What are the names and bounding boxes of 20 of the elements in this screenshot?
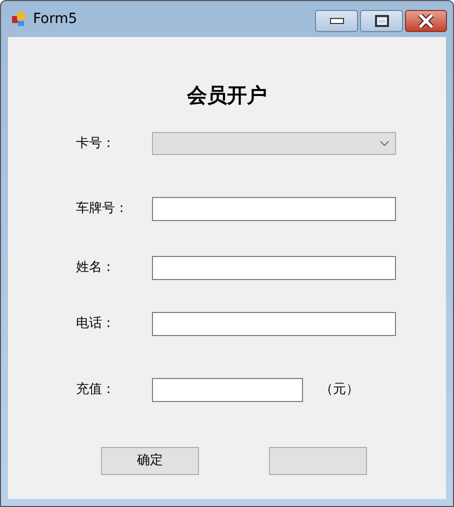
field-label: 车牌号： (76, 200, 129, 218)
minimize-button[interactable] (315, 10, 358, 32)
field-label: 卡号： (76, 134, 116, 153)
field-label: 姓名： (76, 259, 116, 278)
input-field[interactable] (152, 256, 396, 280)
window-title: Form5 (33, 10, 78, 28)
field-label: 充值： (76, 381, 116, 400)
form-heading: 会员开户 (186, 83, 268, 107)
form-button[interactable]: 确定 (101, 447, 199, 475)
app-icon (11, 11, 27, 27)
close-icon (418, 14, 434, 28)
input-field[interactable] (152, 197, 396, 221)
close-button[interactable] (405, 10, 447, 32)
input-field[interactable] (152, 378, 303, 402)
unit-label: （元） (320, 381, 359, 400)
input-field[interactable] (152, 312, 396, 336)
maximize-icon (374, 15, 388, 27)
minimize-icon (330, 18, 344, 24)
maximize-button[interactable] (360, 10, 403, 32)
field-label: 电话： (76, 315, 116, 334)
